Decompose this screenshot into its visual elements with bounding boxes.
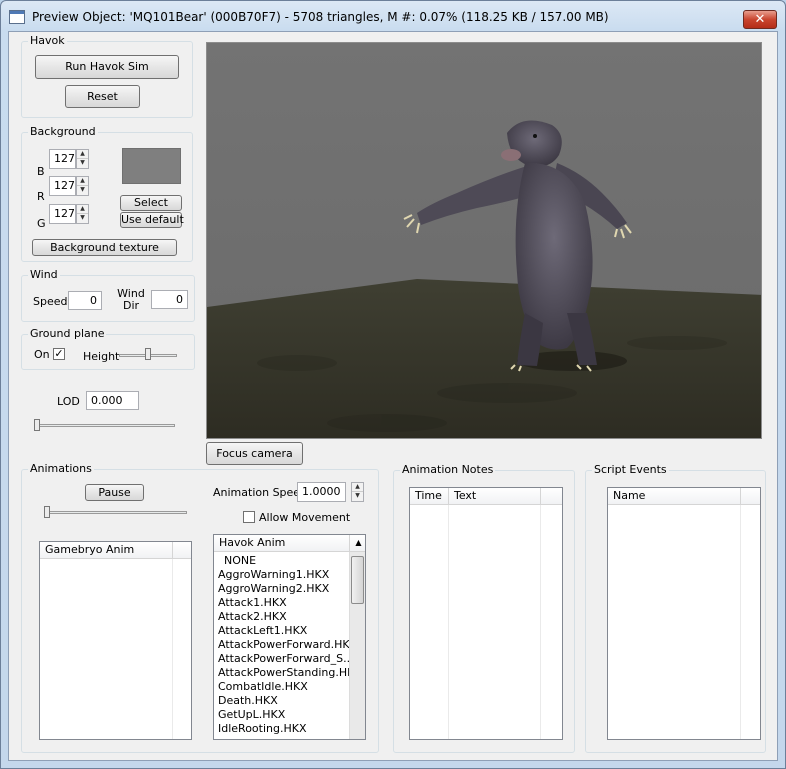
background-group-label: Background bbox=[28, 125, 98, 138]
lod-label: LOD bbox=[57, 395, 80, 408]
havok-group-label: Havok bbox=[28, 34, 67, 47]
havok-anim-item[interactable]: NONE bbox=[214, 554, 349, 568]
background-r-label: R bbox=[37, 190, 45, 203]
havok-anim-item[interactable]: CombatIdle.HKX bbox=[214, 680, 349, 694]
havok-anim-scrollbar[interactable] bbox=[349, 552, 365, 739]
havok-anim-item[interactable]: AggroWarning1.HKX bbox=[214, 568, 349, 582]
window-title: Preview Object: 'MQ101Bear' (000B70F7) -… bbox=[32, 10, 609, 24]
havok-anim-list[interactable]: Havok Anim ▲ NONE AggroWarning1.HKX AggroW… bbox=[213, 534, 366, 740]
gamebryo-anim-column-header[interactable]: Gamebryo Anim bbox=[40, 542, 173, 559]
background-b-label: B bbox=[37, 165, 45, 178]
ground-plane-group-label: Ground plane bbox=[28, 327, 107, 340]
background-r-input[interactable]: 127 bbox=[49, 176, 76, 196]
script-events-list-header: Name bbox=[608, 488, 760, 505]
notes-text-column-divider bbox=[449, 505, 541, 739]
havok-anim-item[interactable]: AttackPowerForward_S... bbox=[214, 652, 349, 666]
lod-slider-track[interactable] bbox=[34, 424, 175, 427]
animations-group-label: Animations bbox=[28, 462, 94, 475]
title-bar[interactable]: Preview Object: 'MQ101Bear' (000B70F7) -… bbox=[1, 1, 785, 33]
animation-notes-group-label: Animation Notes bbox=[400, 463, 496, 476]
allow-movement-label: Allow Movement bbox=[259, 511, 351, 524]
havok-anim-item[interactable]: Death.HKX bbox=[214, 694, 349, 708]
animation-time-slider-track[interactable] bbox=[44, 511, 187, 514]
notes-time-column-divider bbox=[410, 505, 449, 739]
havok-anim-items: NONE AggroWarning1.HKX AggroWarning2.HKX At… bbox=[214, 554, 349, 736]
lod-slider-thumb[interactable] bbox=[34, 419, 40, 431]
havok-anim-item[interactable]: IdleRooting.HKX bbox=[214, 722, 349, 736]
havok-anim-item[interactable]: Attack2.HKX bbox=[214, 610, 349, 624]
background-g-label: G bbox=[37, 217, 46, 230]
close-button[interactable]: ✕ bbox=[743, 10, 777, 29]
background-r-spinner[interactable]: ▲ ▼ bbox=[76, 176, 89, 196]
run-havok-sim-button[interactable]: Run Havok Sim bbox=[35, 55, 179, 79]
lod-input[interactable]: 0.000 bbox=[86, 391, 139, 410]
havok-anim-column-header[interactable]: Havok Anim bbox=[214, 535, 350, 552]
animation-time-slider-thumb[interactable] bbox=[44, 506, 50, 518]
wind-speed-label: Speed bbox=[33, 295, 68, 308]
ground-on-checkbox[interactable]: ✓ bbox=[53, 348, 65, 360]
havok-sort-arrow-icon: ▲ bbox=[355, 538, 362, 547]
animation-speed-label: Animation Speed bbox=[213, 486, 308, 499]
background-g-spinner[interactable]: ▲ ▼ bbox=[76, 204, 89, 224]
focus-camera-button[interactable]: Focus camera bbox=[206, 442, 303, 465]
background-use-default-button[interactable]: Use default bbox=[120, 212, 184, 228]
havok-reset-button[interactable]: Reset bbox=[65, 85, 140, 108]
notes-text-column-header[interactable]: Text bbox=[449, 488, 541, 505]
bear-scene-render bbox=[207, 43, 761, 438]
pause-button[interactable]: Pause bbox=[85, 484, 144, 501]
ground-height-label: Height bbox=[83, 350, 120, 363]
client-area: Havok Run Havok Sim Reset Background B R… bbox=[8, 31, 778, 761]
havok-anim-item[interactable]: AttackPowerStanding.HKX bbox=[214, 666, 349, 680]
animation-notes-list-header: Time Text bbox=[410, 488, 562, 505]
background-b-spinner[interactable]: ▲ ▼ bbox=[76, 149, 89, 169]
window-app-icon bbox=[9, 10, 25, 24]
ground-height-slider-thumb[interactable] bbox=[145, 348, 151, 360]
havok-anim-item[interactable]: AggroWarning2.HKX bbox=[214, 582, 349, 596]
animation-speed-input[interactable]: 1.0000 bbox=[297, 482, 346, 502]
notes-time-column-header[interactable]: Time bbox=[410, 488, 449, 505]
background-b-input[interactable]: 127 bbox=[49, 149, 76, 169]
preview-object-window: Preview Object: 'MQ101Bear' (000B70F7) -… bbox=[0, 0, 786, 769]
animation-speed-spinner[interactable]: ▲ ▼ bbox=[351, 482, 364, 502]
havok-anim-scroll-thumb[interactable] bbox=[351, 556, 364, 604]
wind-dir-input[interactable]: 0 bbox=[151, 290, 188, 309]
background-select-button[interactable]: Select bbox=[120, 195, 182, 211]
events-name-column-divider bbox=[608, 505, 741, 739]
havok-anim-item[interactable]: AttackPowerForward.HKX bbox=[214, 638, 349, 652]
events-name-column-header[interactable]: Name bbox=[608, 488, 741, 505]
havok-anim-item[interactable]: AttackLeft1.HKX bbox=[214, 624, 349, 638]
gamebryo-anim-column-divider bbox=[40, 559, 173, 739]
background-g-input[interactable]: 127 bbox=[49, 204, 76, 224]
3d-preview-viewport[interactable] bbox=[206, 42, 762, 439]
animation-notes-list[interactable]: Time Text bbox=[409, 487, 563, 740]
wind-speed-input[interactable]: 0 bbox=[68, 291, 102, 310]
wind-dir-label: Wind Dir bbox=[117, 287, 145, 312]
script-events-group-label: Script Events bbox=[592, 463, 669, 476]
gamebryo-anim-list[interactable]: Gamebryo Anim bbox=[39, 541, 192, 740]
havok-anim-item[interactable]: Attack1.HKX bbox=[214, 596, 349, 610]
gamebryo-anim-list-header: Gamebryo Anim bbox=[40, 542, 191, 559]
ground-on-label: On bbox=[34, 348, 50, 361]
wind-group-label: Wind bbox=[28, 268, 60, 281]
havok-anim-item[interactable]: GetUpL.HKX bbox=[214, 708, 349, 722]
background-texture-button[interactable]: Background texture bbox=[32, 239, 177, 256]
allow-movement-checkbox[interactable] bbox=[243, 511, 255, 523]
script-events-list[interactable]: Name bbox=[607, 487, 761, 740]
background-color-swatch bbox=[122, 148, 181, 184]
havok-anim-list-header: Havok Anim ▲ bbox=[214, 535, 365, 552]
